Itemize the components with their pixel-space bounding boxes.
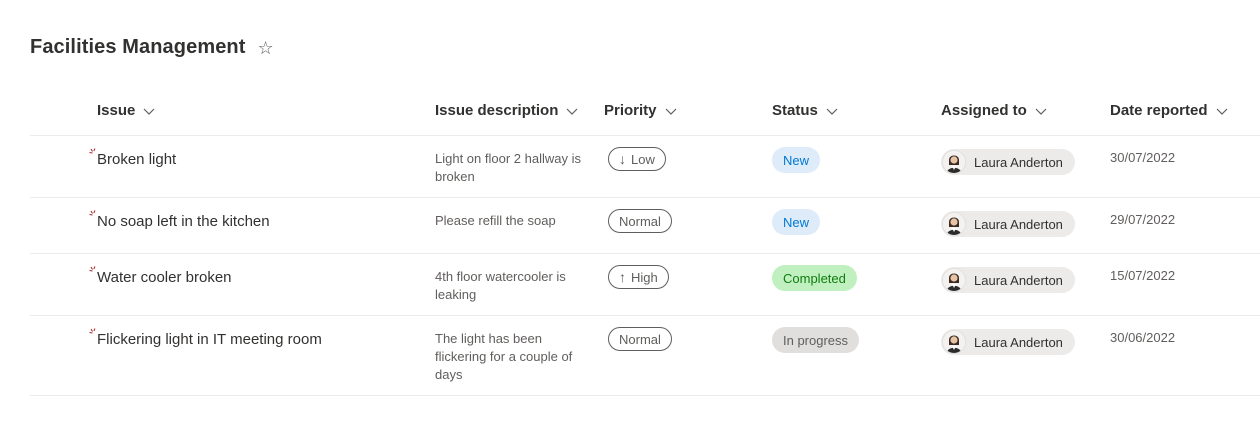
assigned-cell: Laura Anderton (941, 329, 1075, 359)
person-name: Laura Anderton (974, 216, 1063, 232)
chevron-down-icon (143, 105, 155, 117)
column-header-label: Issue description (435, 102, 559, 119)
issue-title[interactable]: Broken light (97, 151, 176, 168)
status-cell: Completed (772, 265, 857, 291)
issue-description: Please refill the soap (435, 213, 556, 228)
column-header-label: Date reported (1110, 102, 1208, 119)
status-badge: In progress (772, 327, 860, 353)
priority-label: Low (631, 151, 655, 167)
priority-label: Normal (619, 213, 661, 229)
person-name: Laura Anderton (974, 154, 1063, 170)
page: Facilities Management ☆ Issue Issue desc… (0, 0, 1260, 426)
chevron-down-icon (826, 105, 838, 117)
column-header-assigned-to[interactable]: Assigned to (941, 102, 1047, 119)
status-badge: New (772, 147, 821, 173)
issue-list: Issue Issue description Priority Status … (30, 88, 1260, 396)
issue-title[interactable]: Flickering light in IT meeting room (97, 331, 322, 348)
priority-label: High (631, 269, 658, 285)
person-chip[interactable]: Laura Anderton (941, 211, 1075, 237)
chevron-down-icon (1035, 105, 1047, 117)
priority-cell: ↓ Low (608, 147, 666, 171)
priority-badge: Normal (608, 327, 672, 351)
table-row[interactable]: Water cooler broken 4th floor watercoole… (30, 254, 1260, 316)
column-header-row: Issue Issue description Priority Status … (30, 88, 1260, 136)
issue-description: Light on floor 2 hallway is broken (435, 151, 581, 184)
column-header-label: Status (772, 102, 818, 119)
priority-badge: Normal (608, 209, 672, 233)
status-cell: In progress (772, 327, 860, 353)
status-badge: New (772, 209, 821, 235)
column-header-label: Priority (604, 102, 657, 119)
priority-label: Normal (619, 331, 661, 347)
column-header-date-reported[interactable]: Date reported (1110, 102, 1228, 119)
chevron-down-icon (1216, 105, 1228, 117)
issue-title[interactable]: No soap left in the kitchen (97, 213, 270, 230)
priority-badge: ↑ High (608, 265, 669, 289)
column-header-issue[interactable]: Issue (97, 102, 155, 119)
priority-cell: Normal (608, 209, 672, 233)
status-cell: New (772, 209, 821, 235)
person-chip[interactable]: Laura Anderton (941, 329, 1075, 355)
priority-cell: ↑ High (608, 265, 669, 289)
priority-up-arrow-icon: ↑ (619, 269, 626, 285)
status-cell: New (772, 147, 821, 173)
priority-cell: Normal (608, 327, 672, 351)
column-header-priority[interactable]: Priority (604, 102, 677, 119)
avatar (942, 330, 966, 354)
avatar (942, 150, 966, 174)
assigned-cell: Laura Anderton (941, 149, 1075, 179)
column-header-label: Assigned to (941, 102, 1027, 119)
assigned-cell: Laura Anderton (941, 267, 1075, 297)
issue-description: 4th floor watercooler is leaking (435, 269, 566, 302)
chevron-down-icon (665, 105, 677, 117)
date-reported: 15/07/2022 (1110, 268, 1176, 283)
date-reported: 29/07/2022 (1110, 212, 1176, 227)
person-chip[interactable]: Laura Anderton (941, 267, 1075, 293)
assigned-cell: Laura Anderton (941, 211, 1075, 241)
person-chip[interactable]: Laura Anderton (941, 149, 1075, 175)
column-header-label: Issue (97, 102, 136, 119)
table-row[interactable]: Flickering light in IT meeting room The … (30, 316, 1260, 396)
table-row[interactable]: Broken light Light on floor 2 hallway is… (30, 136, 1260, 198)
column-header-description[interactable]: Issue description (435, 102, 578, 119)
priority-down-arrow-icon: ↓ (619, 151, 626, 167)
avatar (942, 268, 966, 292)
date-reported: 30/06/2022 (1110, 330, 1176, 345)
priority-badge: ↓ Low (608, 147, 666, 171)
issue-description: The light has been flickering for a coup… (435, 331, 573, 382)
issue-title[interactable]: Water cooler broken (97, 269, 232, 286)
status-badge: Completed (772, 265, 857, 291)
title-row: Facilities Management ☆ (30, 36, 274, 59)
date-reported: 30/07/2022 (1110, 150, 1176, 165)
avatar (942, 212, 966, 236)
chevron-down-icon (566, 105, 578, 117)
person-name: Laura Anderton (974, 334, 1063, 350)
person-name: Laura Anderton (974, 272, 1063, 288)
column-header-status[interactable]: Status (772, 102, 838, 119)
favorite-star-icon[interactable]: ☆ (258, 39, 274, 57)
table-row[interactable]: No soap left in the kitchen Please refil… (30, 198, 1260, 254)
page-title: Facilities Management (30, 36, 246, 58)
